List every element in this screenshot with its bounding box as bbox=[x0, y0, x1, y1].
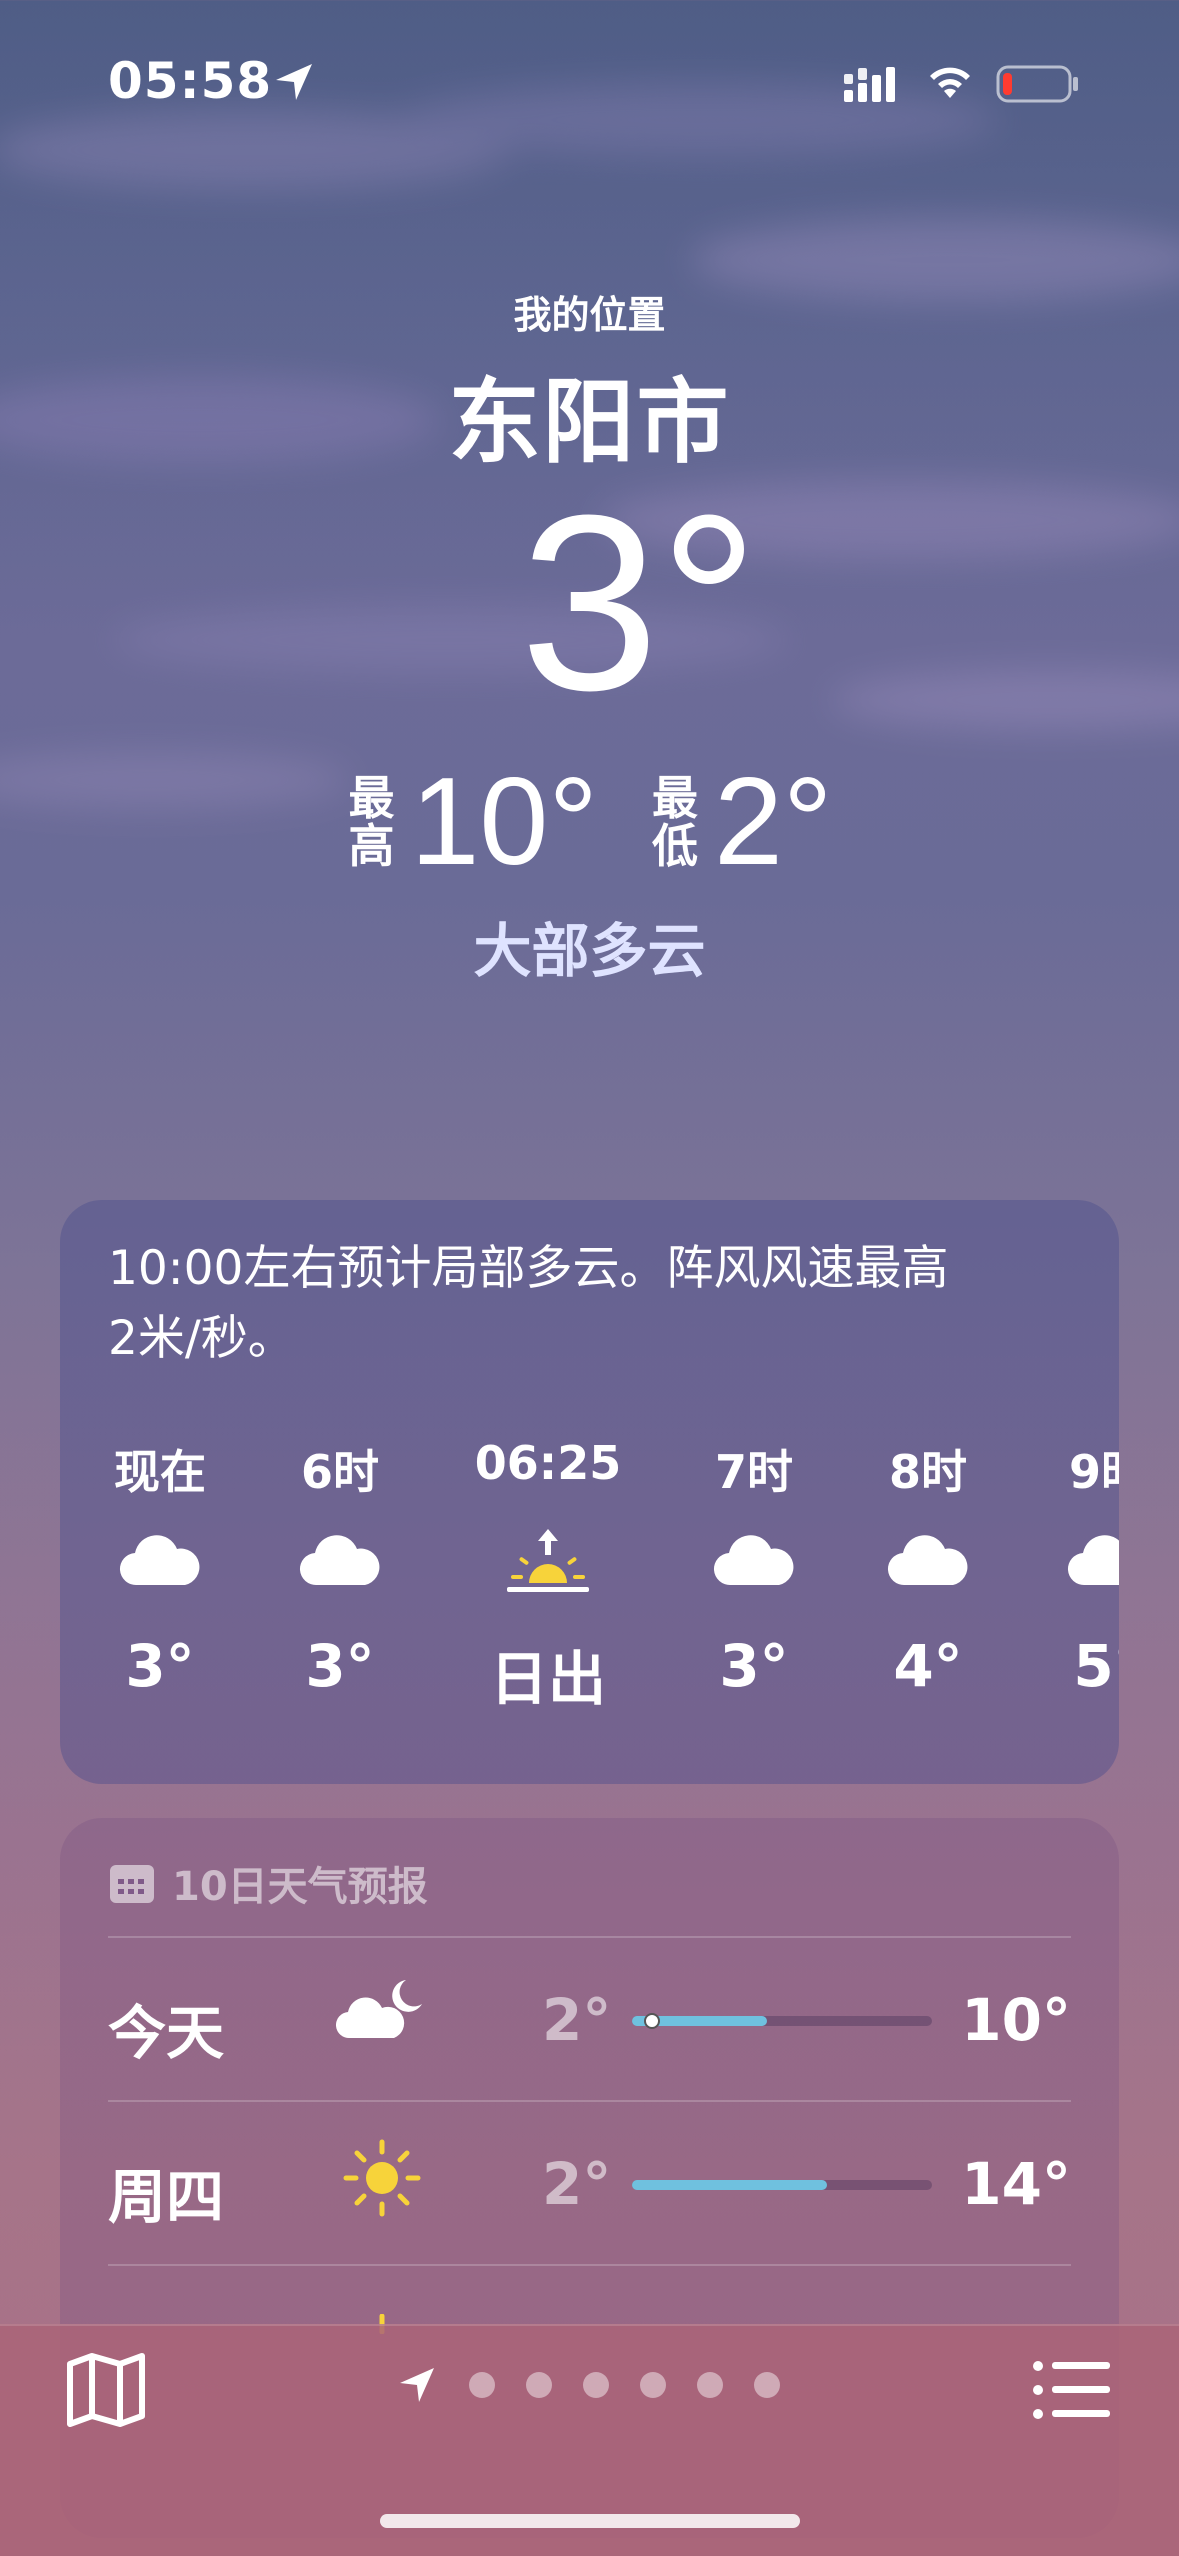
temperature-range-bar bbox=[632, 2180, 932, 2190]
hour-temp: 5° bbox=[1073, 1632, 1119, 1700]
hour-time: 06:25 bbox=[474, 1436, 622, 1490]
cloud-icon bbox=[887, 1535, 968, 1586]
high-label: 最高 bbox=[348, 771, 395, 873]
location-arrow-icon bbox=[400, 2368, 434, 2402]
hour-time: 现在 bbox=[114, 1445, 206, 1499]
wifi-icon bbox=[930, 67, 970, 98]
page-dot[interactable] bbox=[469, 2372, 495, 2398]
hourly-scroll[interactable]: 现在 3° 6时 3° 06:25 日出 7时 3° 8时 4° 9 5 bbox=[60, 1200, 1119, 1784]
hour-time: 8时 bbox=[888, 1445, 967, 1499]
home-indicator bbox=[380, 2514, 800, 2528]
day-row-thursday[interactable]: 周四 2° 14° bbox=[108, 2102, 1071, 2266]
hour-item: 8时 4° bbox=[848, 1436, 1008, 1700]
day-low-temp: 2° bbox=[542, 1986, 612, 2054]
hour-time: 6时 bbox=[300, 1445, 379, 1499]
cloud-icon bbox=[1068, 1535, 1119, 1586]
low-label: 最低 bbox=[651, 771, 698, 873]
current-temperature: 3° bbox=[519, 463, 759, 742]
map-icon[interactable] bbox=[66, 2352, 146, 2428]
hour-item-sunrise: 06:25 日出 bbox=[468, 1436, 628, 1716]
hour-item: 9时 5° bbox=[1028, 1436, 1119, 1700]
low-value: 2° bbox=[713, 753, 833, 891]
day-name: 今天 bbox=[108, 1999, 225, 2067]
status-time: 05:58 bbox=[108, 52, 273, 110]
hour-item: 现在 3° bbox=[80, 1436, 240, 1700]
cloud-icon bbox=[119, 1535, 200, 1586]
daily-forecast-title: 10日天气预报 bbox=[172, 1864, 428, 1910]
high-value: 10° bbox=[410, 753, 598, 891]
battery-icon bbox=[996, 65, 1078, 103]
day-high-temp: 10° bbox=[961, 1986, 1071, 2054]
hour-temp: 日出 bbox=[489, 1645, 606, 1713]
hour-temp: 3° bbox=[125, 1632, 195, 1700]
day-name: 周四 bbox=[108, 2163, 225, 2231]
page-dot[interactable] bbox=[754, 2372, 780, 2398]
weather-condition: 大部多云 bbox=[473, 917, 706, 985]
current-temp-dot bbox=[644, 2013, 660, 2029]
temperature-range-fill bbox=[632, 2180, 827, 2190]
city-name: 东阳市 bbox=[448, 369, 731, 476]
hour-temp: 3° bbox=[719, 1632, 789, 1700]
hour-item: 7时 3° bbox=[674, 1436, 834, 1700]
location-arrow-icon bbox=[276, 64, 312, 100]
page-dot[interactable] bbox=[583, 2372, 609, 2398]
page-indicator[interactable] bbox=[396, 2364, 780, 2406]
day-low-temp: 2° bbox=[542, 2150, 612, 2218]
hour-temp: 4° bbox=[893, 1632, 963, 1700]
cellular-signal-icon bbox=[844, 67, 895, 102]
list-icon[interactable] bbox=[1032, 2360, 1112, 2420]
page-dot[interactable] bbox=[697, 2372, 723, 2398]
divider bbox=[108, 2264, 1071, 2266]
calendar-icon bbox=[110, 1865, 154, 1903]
hour-temp: 3° bbox=[305, 1632, 375, 1700]
day-high-temp: 14° bbox=[961, 2150, 1071, 2218]
high-low-temperature: 最高 10° 最低 2° bbox=[0, 760, 1179, 884]
hour-item: 6时 3° bbox=[260, 1436, 420, 1700]
temperature-range-bar bbox=[632, 2013, 932, 2029]
cloud-icon bbox=[713, 1535, 794, 1586]
sun-icon bbox=[343, 2139, 421, 2217]
daily-forecast-header: 10日天气预报 bbox=[108, 1854, 428, 1912]
page-dot[interactable] bbox=[640, 2372, 666, 2398]
hour-time: 7时 bbox=[714, 1445, 793, 1499]
sunrise-icon bbox=[507, 1529, 589, 1592]
cloud-moon-icon bbox=[336, 1980, 422, 2039]
hour-time: 9时 bbox=[1068, 1445, 1119, 1499]
day-row-today[interactable]: 今天 2° 10° bbox=[108, 1938, 1071, 2102]
location-label: 我的位置 bbox=[513, 293, 666, 337]
cloud-icon bbox=[299, 1535, 380, 1586]
page-dot[interactable] bbox=[526, 2372, 552, 2398]
hourly-forecast-card[interactable]: 10:00左右预计局部多云。阵风风速最高 2米/秒。 现在 3° 6时 3° 0… bbox=[60, 1200, 1119, 1784]
